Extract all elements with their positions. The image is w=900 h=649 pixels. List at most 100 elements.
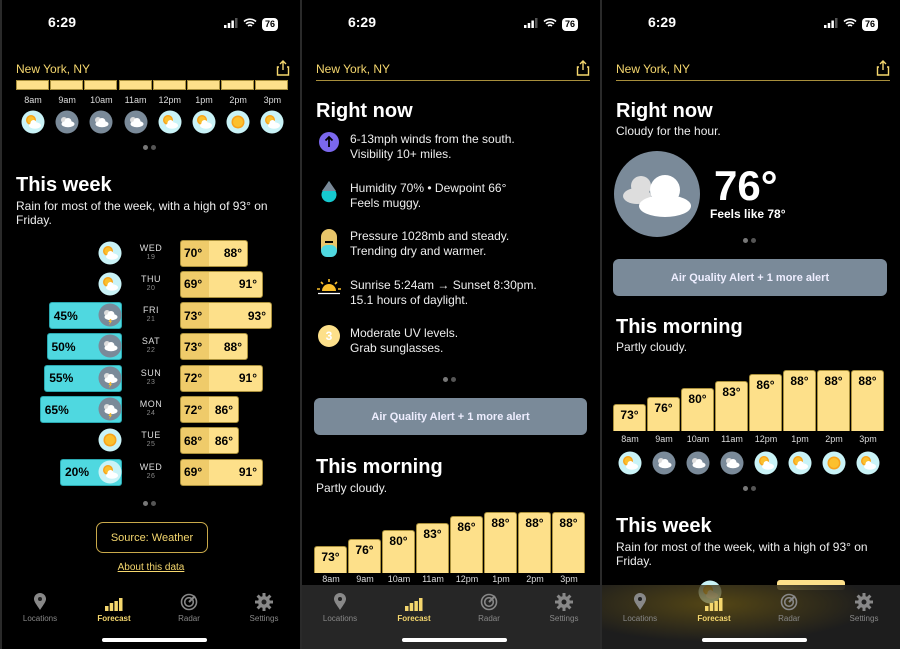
high-temp: 91° xyxy=(238,277,257,292)
alert-button[interactable]: Air Quality Alert + 1 more alert xyxy=(314,398,587,435)
battery-indicator: 76 xyxy=(561,17,578,31)
page-dot[interactable] xyxy=(751,486,756,491)
page-dot[interactable] xyxy=(143,501,148,506)
hour-label: 1pm xyxy=(492,574,510,584)
temp-range-bar: 72° 86° xyxy=(180,396,239,423)
week-day-row[interactable]: THU 20 69° 91° xyxy=(2,270,300,298)
cloudy-icon xyxy=(124,110,148,139)
tab-forecast[interactable]: Forecast xyxy=(84,591,144,623)
page-dot[interactable] xyxy=(743,238,748,243)
hourly-temp-bar: 88° xyxy=(783,369,816,431)
hourly-temp-strip xyxy=(84,80,118,90)
location-name[interactable]: New York, NY xyxy=(616,62,690,76)
right-now-detail: Sunrise 5:24am → Sunset 8:30pm. 15.1 hour… xyxy=(350,278,537,308)
hourly-temp-bar: 88° xyxy=(817,369,850,431)
morning-title: This morning xyxy=(316,456,443,478)
tab-label: Locations xyxy=(322,614,358,623)
week-day-row[interactable]: 50% SAT 22 73° 88° xyxy=(2,333,300,363)
low-temp: 72° xyxy=(184,371,203,386)
day-date: 26 xyxy=(146,472,156,480)
forecast-bars-icon xyxy=(84,591,144,611)
alert-button[interactable]: Air Quality Alert + 1 more alert xyxy=(613,259,887,296)
cloudy-icon xyxy=(720,451,744,480)
hour-label: 11am xyxy=(422,574,444,584)
cloudy-icon xyxy=(89,110,113,139)
page-dot[interactable] xyxy=(451,377,456,382)
week-day-row[interactable]: 45% FRI 21 73° 93° xyxy=(2,302,300,330)
day-date: 25 xyxy=(146,441,156,449)
hour-label: 9am xyxy=(655,434,673,444)
current-temp: 76° xyxy=(714,162,778,209)
share-icon[interactable] xyxy=(576,60,590,81)
tab-locations[interactable]: Locations xyxy=(610,591,670,623)
hourly-temp-strip xyxy=(152,80,186,90)
morning-title: This morning xyxy=(616,316,743,338)
hour-label: 10am xyxy=(90,95,113,105)
source-button[interactable]: Source: Weather xyxy=(96,522,208,553)
radar-icon xyxy=(459,591,519,611)
location-name[interactable]: New York, NY xyxy=(16,62,90,76)
page-indicator[interactable] xyxy=(743,486,756,491)
hour-label: 8am xyxy=(621,434,639,444)
tab-label: Locations xyxy=(22,614,58,623)
tab-settings[interactable]: Settings xyxy=(234,591,294,623)
right-now-title: Right now xyxy=(616,100,713,122)
tab-radar[interactable]: Radar xyxy=(759,591,819,623)
page-dot[interactable] xyxy=(751,238,756,243)
partly-cloudy-icon xyxy=(260,110,284,139)
location-pin-icon xyxy=(10,591,70,611)
high-temp: 86° xyxy=(214,402,233,417)
cellular-signal-icon xyxy=(523,15,538,33)
day-name: WED xyxy=(139,242,163,253)
temp-range-bar: 68° 86° xyxy=(180,427,239,455)
low-temp: 70° xyxy=(184,246,203,260)
page-indicator[interactable] xyxy=(143,145,156,150)
status-icons: 76 xyxy=(223,15,278,33)
location-name[interactable]: New York, NY xyxy=(316,62,390,76)
share-icon[interactable] xyxy=(876,60,890,81)
detail-line: Visibility 10+ miles. xyxy=(350,147,452,161)
home-indicator[interactable] xyxy=(702,638,807,642)
hour-label: 9am xyxy=(356,574,374,584)
day-label: SUN 23 xyxy=(131,368,171,388)
cloudy-icon xyxy=(98,334,122,363)
day-name: THU xyxy=(141,273,161,284)
week-day-row[interactable]: 55% SUN 23 72° 91° xyxy=(2,364,300,392)
page-dot[interactable] xyxy=(151,145,156,150)
temp-range-bar: 69° 91° xyxy=(180,270,263,298)
week-day-row[interactable]: 20% WED 26 69° 91° xyxy=(2,458,300,486)
day-date: 22 xyxy=(146,347,156,355)
week-day-row[interactable]: TUE 25 68° 86° xyxy=(2,427,300,455)
page-indicator[interactable] xyxy=(443,377,456,382)
tab-forecast[interactable]: Forecast xyxy=(384,591,444,623)
page-dot[interactable] xyxy=(743,486,748,491)
page-dot[interactable] xyxy=(443,377,448,382)
detail-line: Moderate UV levels. xyxy=(350,326,459,340)
week-day-row[interactable]: 65% MON 24 72° 86° xyxy=(2,396,300,423)
tab-locations[interactable]: Locations xyxy=(10,591,70,623)
tab-settings[interactable]: Settings xyxy=(834,591,894,623)
home-indicator[interactable] xyxy=(102,638,207,642)
week-day-row[interactable]: WED 19 70° 88° xyxy=(2,239,300,267)
day-label: FRI 21 xyxy=(131,305,171,325)
precip-percent: 20% xyxy=(65,465,90,480)
tab-locations[interactable]: Locations xyxy=(310,591,370,623)
wifi-icon xyxy=(843,15,857,33)
page-dot[interactable] xyxy=(151,501,156,506)
page-dot[interactable] xyxy=(143,145,148,150)
tab-radar[interactable]: Radar xyxy=(459,591,519,623)
right-now-detail: 6-13mph winds from the south. Visibility … xyxy=(350,132,515,162)
tab-forecast[interactable]: Forecast xyxy=(684,591,744,623)
low-temp: 68° xyxy=(184,433,203,448)
share-icon[interactable] xyxy=(276,60,290,81)
humidity-drop-icon xyxy=(316,180,342,206)
morning-summary: Partly cloudy. xyxy=(616,340,688,354)
hourly-temp-strip xyxy=(221,80,255,90)
home-indicator[interactable] xyxy=(402,638,507,642)
tab-radar[interactable]: Radar xyxy=(159,591,219,623)
tab-settings[interactable]: Settings xyxy=(534,591,594,623)
page-indicator[interactable] xyxy=(143,501,156,506)
about-data-link[interactable]: About this data xyxy=(2,562,300,573)
page-indicator[interactable] xyxy=(743,238,756,243)
gear-icon xyxy=(534,591,594,611)
